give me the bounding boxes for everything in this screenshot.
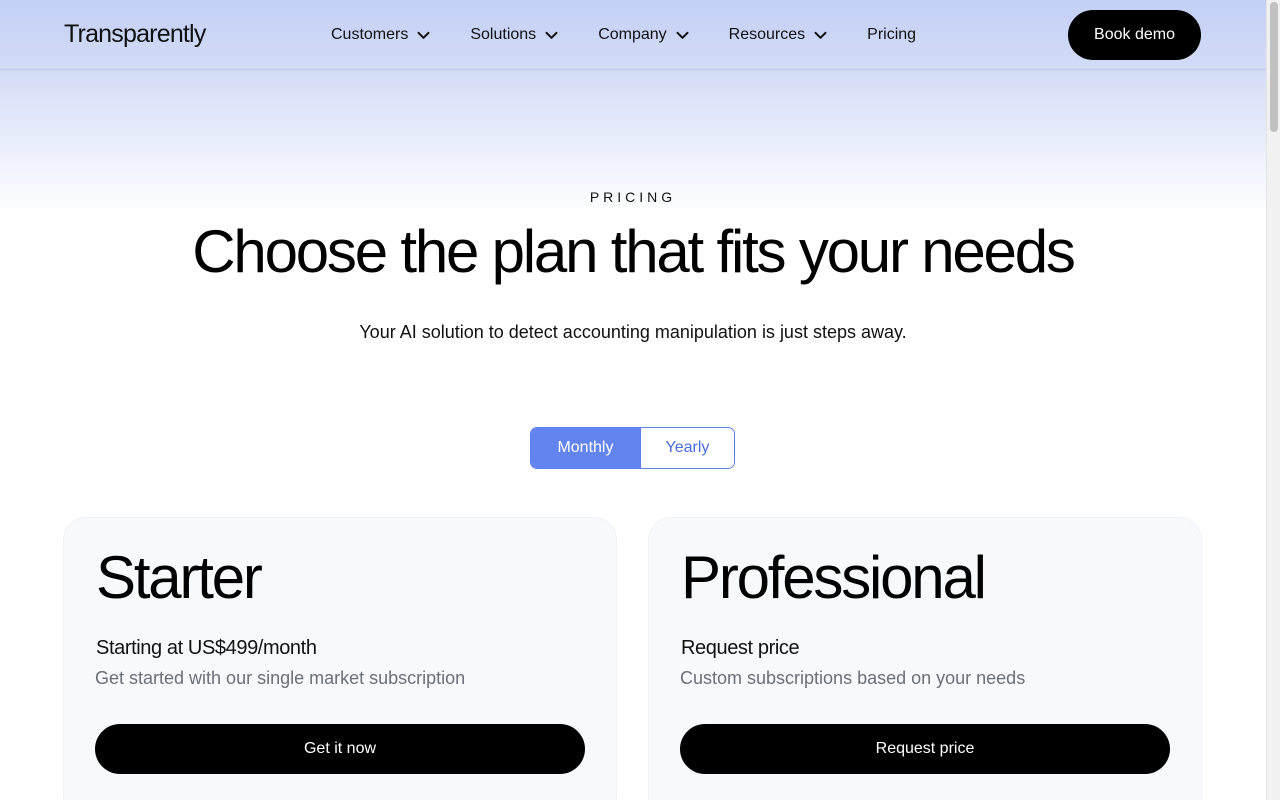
nav-item-customers[interactable]: Customers xyxy=(331,24,430,46)
nav-item-company[interactable]: Company xyxy=(598,24,689,46)
page-title: Choose the plan that fits your needs xyxy=(192,218,1076,285)
main-nav: Customers Solutions Company Resources Pr… xyxy=(331,24,956,46)
nav-item-pricing[interactable]: Pricing xyxy=(867,24,916,46)
toggle-monthly[interactable]: Monthly xyxy=(531,428,640,468)
plan-name: Starter xyxy=(96,544,263,611)
nav-item-label: Customers xyxy=(331,26,409,43)
plan-description: Get started with our single market subsc… xyxy=(95,668,466,688)
book-demo-button[interactable]: Book demo xyxy=(1068,10,1201,60)
plan-price: Starting at US$499/month xyxy=(96,637,317,659)
nav-item-label: Solutions xyxy=(470,26,537,43)
get-it-now-button[interactable]: Get it now xyxy=(95,724,585,774)
request-price-button[interactable]: Request price xyxy=(680,724,1170,774)
chevron-down-icon xyxy=(814,31,827,39)
section-eyebrow: PRICING xyxy=(589,189,677,205)
pricing-page: Transparently Customers Solutions Compan… xyxy=(0,0,1266,800)
toggle-yearly[interactable]: Yearly xyxy=(639,428,734,468)
nav-item-solutions[interactable]: Solutions xyxy=(470,24,558,46)
plan-price: Request price xyxy=(681,637,800,659)
plan-card-starter: Starter Starting at US$499/month Get sta… xyxy=(64,518,616,800)
billing-period-toggle: Monthly Yearly xyxy=(530,427,735,469)
nav-item-resources[interactable]: Resources xyxy=(729,24,827,46)
page-subtitle: Your AI solution to detect accounting ma… xyxy=(359,322,907,342)
page-scrollbar[interactable] xyxy=(1266,0,1280,800)
nav-item-label: Company xyxy=(598,26,667,43)
plan-card-professional: Professional Request price Custom subscr… xyxy=(649,518,1201,800)
site-header: Transparently Customers Solutions Compan… xyxy=(0,0,1266,70)
nav-item-label: Resources xyxy=(728,26,806,43)
plan-description: Custom subscriptions based on your needs xyxy=(680,668,1026,688)
chevron-down-icon xyxy=(417,31,430,39)
chevron-down-icon xyxy=(676,31,689,39)
scrollbar-thumb[interactable] xyxy=(1270,2,1278,132)
nav-item-label: Pricing xyxy=(867,26,917,43)
chevron-down-icon xyxy=(545,31,558,39)
plan-name: Professional xyxy=(681,544,987,611)
brand-logo[interactable]: Transparently xyxy=(64,20,206,49)
